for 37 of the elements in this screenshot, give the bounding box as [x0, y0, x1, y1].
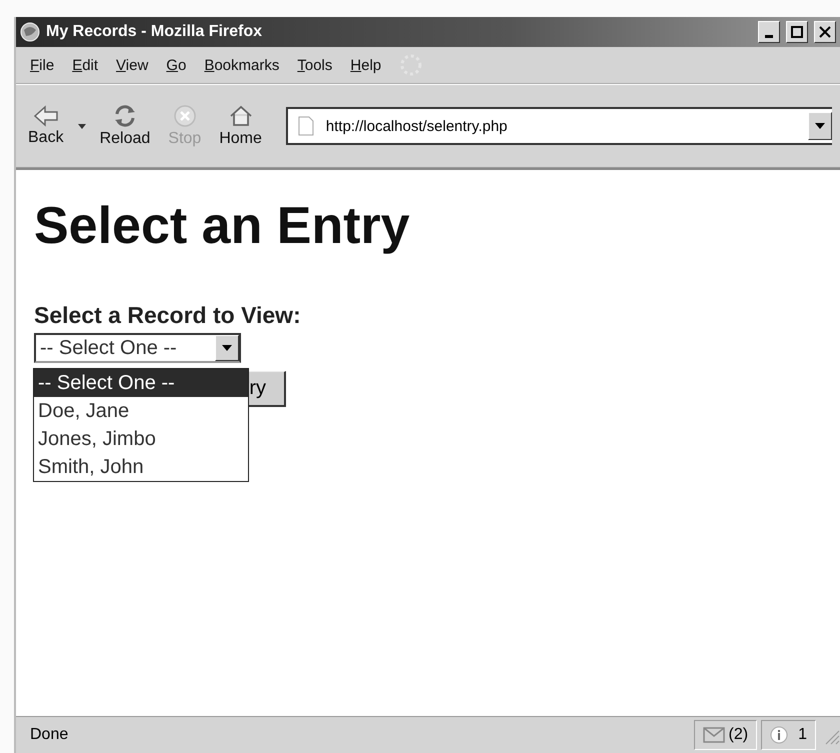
menu-item[interactable]: Tools — [297, 56, 332, 74]
minimize-button[interactable] — [758, 21, 780, 43]
dropdown-caret-icon — [78, 124, 86, 128]
toolbar-button[interactable]: Reload — [96, 104, 154, 148]
menu-item[interactable]: Go — [166, 56, 186, 74]
stop-icon — [172, 104, 197, 128]
toolbar-button[interactable]: Back — [24, 105, 68, 147]
dropdown-option[interactable]: -- Select One -- — [34, 369, 248, 397]
page-icon — [298, 116, 314, 136]
address-field[interactable]: http://localhost/selentry.php — [286, 107, 832, 145]
menu-item[interactable]: Bookmarks — [204, 56, 280, 74]
menu-item[interactable]: Edit — [72, 56, 98, 74]
maximize-button[interactable] — [786, 21, 808, 43]
back-arrow-icon — [32, 105, 59, 127]
menu-item[interactable]: Help — [350, 56, 382, 74]
caret-icon — [222, 345, 232, 351]
status-text: Done — [29, 726, 70, 744]
page-heading: Select an Entry — [34, 196, 411, 256]
close-icon — [819, 26, 831, 38]
minimize-icon — [765, 34, 773, 38]
maximize-icon — [791, 26, 803, 38]
envelope-icon — [702, 727, 725, 743]
toolbar-button[interactable]: Home — [215, 104, 266, 148]
select-label: Select a Record to View: — [34, 302, 302, 329]
close-button[interactable] — [814, 21, 836, 43]
address-dropdown-button[interactable] — [808, 112, 832, 140]
info-icon — [770, 726, 788, 744]
window-title: My Records - Mozilla Firefox — [46, 23, 264, 41]
menu-item[interactable]: File — [30, 56, 54, 74]
record-select[interactable]: -- Select One -- — [34, 333, 241, 363]
home-icon — [228, 104, 254, 128]
menu-item[interactable]: View — [116, 56, 148, 74]
globe-icon — [20, 22, 40, 42]
select-dropdown-button[interactable] — [215, 335, 239, 361]
mail-panel[interactable]: (2) — [694, 720, 758, 750]
info-panel[interactable]: 1 — [761, 720, 816, 750]
caret-icon — [815, 123, 825, 129]
